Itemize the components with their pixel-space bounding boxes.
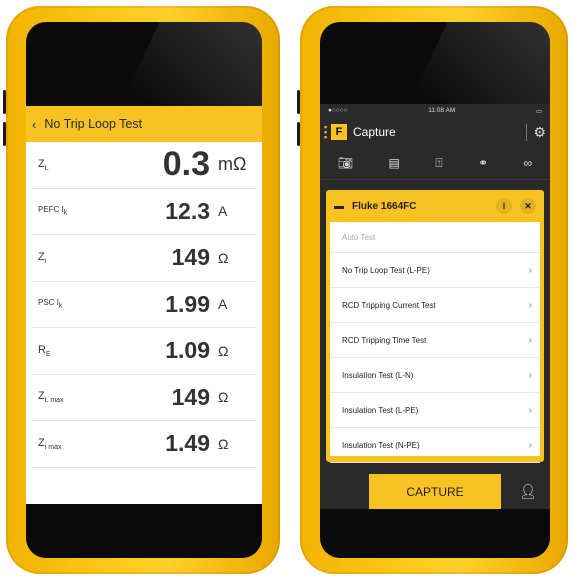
list-item-label: Auto Test bbox=[342, 232, 376, 242]
right-screen: ●○○○○ 11:08 AM ▭ ▪ ▪ ▪ F Capture ⚙ 📷︎ ▤ ⍐ … bbox=[320, 104, 550, 509]
app-bar: ▪ ▪ ▪ F Capture ⚙ bbox=[320, 117, 550, 147]
list-item[interactable]: RCD Tripping Current Test › bbox=[330, 288, 540, 323]
list-item[interactable]: Insulation Test (L-N) › bbox=[330, 358, 540, 393]
measurement-label: PEFC Ik bbox=[38, 205, 68, 218]
list-item-label: RCD Tripping Time Test bbox=[342, 335, 427, 345]
measurement-unit: A bbox=[218, 296, 228, 313]
chevron-right-icon: › bbox=[528, 264, 532, 276]
chevron-right-icon: › bbox=[528, 439, 532, 451]
measurement-unit: Ω bbox=[218, 389, 229, 406]
list-item[interactable]: No Trip Loop Test (L-PE) › bbox=[330, 253, 540, 288]
measurement-label: ZL max bbox=[38, 390, 64, 405]
list-item-label: Insulation Test (L-N) bbox=[342, 370, 414, 380]
app-title: Capture bbox=[353, 125, 396, 139]
list-item[interactable]: Insulation Test (N-PE) › bbox=[330, 428, 540, 463]
volume-up-button bbox=[3, 90, 6, 114]
measurement-value: 1.09 bbox=[165, 337, 210, 364]
chain-icon[interactable]: ∞ bbox=[524, 156, 533, 170]
list-item-label: Insulation Test (L-PE) bbox=[342, 405, 419, 415]
list-item-label: Insulation Test (N-PE) bbox=[342, 440, 420, 450]
list-item[interactable]: Insulation Test (L-PE) › bbox=[330, 393, 540, 428]
capture-bar: CAPTURE 👤︎ bbox=[320, 474, 550, 509]
left-screen: ‹ No Trip Loop Test ZL 0.3 mΩ PEFC Ik 12.3 A Z… bbox=[26, 106, 262, 504]
close-icon[interactable]: ✕ bbox=[520, 198, 536, 214]
measurement-value: 149 bbox=[171, 383, 210, 410]
page-title: No Trip Loop Test bbox=[44, 117, 143, 131]
test-list: Auto Test No Trip Loop Test (L-PE) › RCD Tr… bbox=[330, 222, 540, 463]
left-bezel: ‹ No Trip Loop Test ZL 0.3 mΩ PEFC Ik 12.3 A Z… bbox=[26, 22, 262, 558]
test-panel: ▬ Fluke 1664FC i ✕ Auto Test No Trip Loop… bbox=[326, 190, 544, 463]
volume-up-button-2 bbox=[297, 90, 300, 114]
measurement-row: ZL 0.3 mΩ bbox=[32, 142, 256, 189]
measurement-unit: Ω bbox=[218, 249, 229, 266]
carrier-signal: ●○○○○ bbox=[328, 107, 348, 114]
device-header: ▬ Fluke 1664FC i ✕ bbox=[326, 190, 544, 222]
measurement-unit: Ω bbox=[218, 342, 229, 359]
measurement-row: Zi max 1.49 Ω bbox=[32, 421, 256, 468]
volume-down-button-2 bbox=[297, 122, 300, 146]
measurement-value: 12.3 bbox=[165, 197, 210, 224]
chevron-right-icon: › bbox=[528, 299, 532, 311]
menu-icon[interactable]: ▪ ▪ ▪ bbox=[324, 122, 328, 141]
measurement-label: Zi bbox=[38, 250, 47, 265]
measurement-label: RE bbox=[38, 343, 51, 358]
volume-down-button bbox=[3, 122, 6, 146]
camera-icon[interactable]: 📷︎ bbox=[338, 156, 353, 170]
chevron-right-icon: › bbox=[528, 369, 532, 381]
link-icon[interactable]: ⚭ bbox=[478, 156, 488, 170]
list-item-label: No Trip Loop Test (L-PE) bbox=[342, 265, 430, 275]
measurement-value: 1.99 bbox=[165, 290, 210, 317]
list-item-label: RCD Tripping Current Test bbox=[342, 300, 436, 310]
chevron-right-icon: › bbox=[528, 334, 532, 346]
measurement-label: Zi max bbox=[38, 436, 62, 451]
measurement-row: RE 1.09 Ω bbox=[32, 328, 256, 375]
list-item[interactable]: RCD Tripping Time Test › bbox=[330, 323, 540, 358]
measurement-value: 0.3 bbox=[162, 145, 210, 184]
chevron-right-icon: › bbox=[528, 404, 532, 416]
device-name: Fluke 1664FC bbox=[352, 200, 417, 212]
toolbar: 📷︎ ▤ ⍐ ⚭ ∞ bbox=[320, 147, 550, 180]
measurement-value: 149 bbox=[171, 244, 210, 271]
measurement-row: PEFC Ik 12.3 A bbox=[32, 189, 256, 235]
list-header: Auto Test bbox=[330, 222, 540, 253]
status-time: 11:08 AM bbox=[428, 107, 456, 114]
measurement-unit: A bbox=[218, 203, 228, 220]
phone-left: ‹ No Trip Loop Test ZL 0.3 mΩ PEFC Ik 12.3 A Z… bbox=[3, 6, 280, 574]
phone-right: ●○○○○ 11:08 AM ▭ ▪ ▪ ▪ F Capture ⚙ 📷︎ ▤ ⍐ … bbox=[297, 6, 568, 574]
fluke-logo: F bbox=[331, 124, 347, 140]
gear-icon[interactable]: ⚙ bbox=[526, 123, 546, 141]
person-icon[interactable]: 👤︎ bbox=[519, 483, 537, 500]
measurement-row: PSC Ik 1.99 A bbox=[32, 282, 256, 328]
measurement-row: ZL max 149 Ω bbox=[32, 375, 256, 421]
measurement-unit: Ω bbox=[218, 435, 229, 452]
measurement-unit: mΩ bbox=[218, 154, 247, 175]
measurement-value: 1.49 bbox=[165, 430, 210, 457]
info-icon[interactable]: i bbox=[496, 198, 512, 214]
measurement-row: Zi 149 Ω bbox=[32, 235, 256, 282]
wireless-icon[interactable]: ⍐ bbox=[435, 156, 442, 171]
device-icon: ▬ bbox=[334, 200, 344, 212]
measurement-label: PSC Ik bbox=[38, 298, 63, 311]
add-doc-icon[interactable]: ▤ bbox=[389, 156, 400, 170]
capture-button[interactable]: CAPTURE bbox=[369, 474, 501, 509]
back-chevron-icon[interactable]: ‹ bbox=[32, 117, 36, 132]
right-bezel: ●○○○○ 11:08 AM ▭ ▪ ▪ ▪ F Capture ⚙ 📷︎ ▤ ⍐ … bbox=[320, 22, 550, 558]
title-bar: ‹ No Trip Loop Test bbox=[26, 106, 262, 142]
status-bar: ●○○○○ 11:08 AM ▭ bbox=[320, 104, 550, 117]
battery-icon: ▭ bbox=[535, 107, 542, 115]
measurement-label: ZL bbox=[38, 157, 49, 172]
